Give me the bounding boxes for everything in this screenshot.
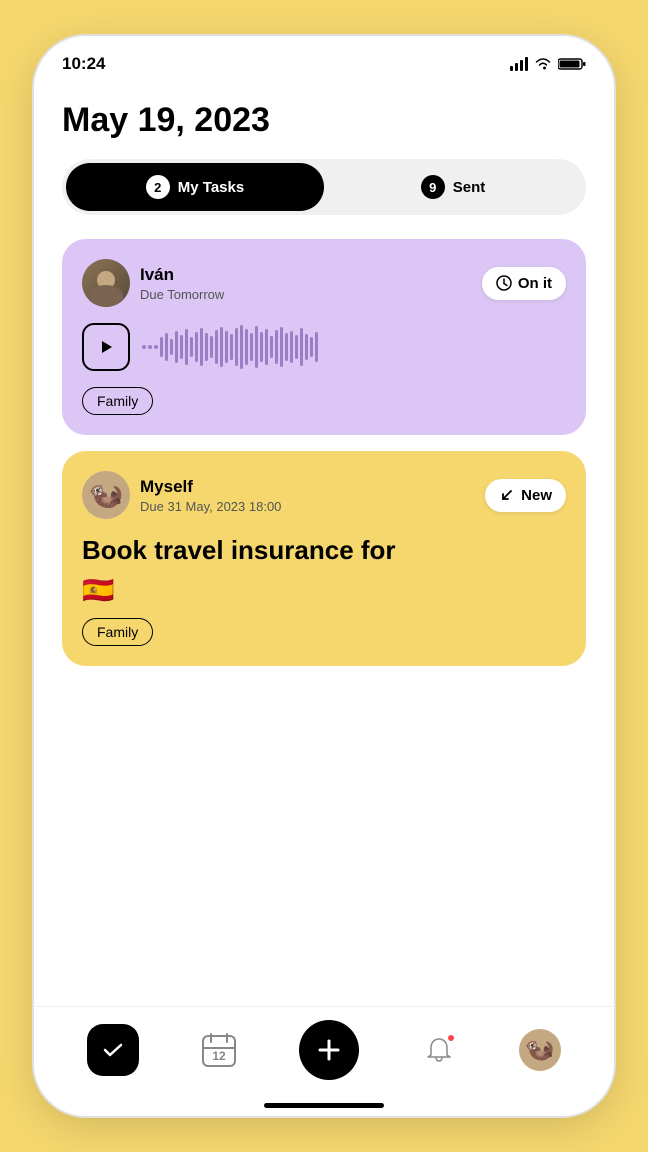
nav-calendar-item[interactable]: 12 <box>198 1029 240 1071</box>
waveform-bar <box>315 332 318 362</box>
waveform-dot <box>154 345 158 349</box>
phone-frame: 10:24 <box>0 0 648 1152</box>
user-info-1: Iván Due Tomorrow <box>140 265 224 302</box>
nav-add-item[interactable] <box>299 1020 359 1080</box>
bottom-nav: 12 <box>34 1006 614 1116</box>
status-btn-on-it[interactable]: On it <box>482 267 566 300</box>
status-on-it-label: On it <box>518 275 552 292</box>
waveform-bar <box>165 333 168 361</box>
waveform-bar <box>250 333 253 361</box>
waveform-bar <box>215 330 218 364</box>
nav-bell-bg <box>418 1029 460 1071</box>
tab-sent[interactable]: 9 Sent <box>324 163 582 211</box>
phone-body: 10:24 <box>34 36 614 1116</box>
my-tasks-badge: 2 <box>146 175 170 199</box>
task-text: Book travel insurance for <box>82 535 566 566</box>
clock-icon <box>496 275 512 291</box>
waveform-bar <box>195 332 198 362</box>
status-icons <box>510 57 586 71</box>
home-indicator <box>264 1103 384 1108</box>
wifi-icon <box>534 57 552 71</box>
nav-avatar-bg: 🦦 <box>519 1029 561 1071</box>
status-time: 10:24 <box>62 54 105 74</box>
waveform-container <box>82 323 566 371</box>
nav-avatar-emoji: 🦦 <box>525 1035 555 1064</box>
waveform-bar <box>255 326 258 368</box>
task-card-purple[interactable]: Iván Due Tomorrow On it <box>62 239 586 435</box>
waveform-bar <box>160 337 163 357</box>
checkmark-icon <box>101 1038 125 1062</box>
task-user-2: 🦦 Myself Due 31 May, 2023 18:00 <box>82 471 281 519</box>
nav-bell-item[interactable] <box>418 1029 460 1071</box>
waveform-bar <box>220 327 223 367</box>
waveform-bar <box>235 328 238 366</box>
status-new-label: New <box>521 487 552 504</box>
waveform-bar <box>185 329 188 365</box>
waveform-bar <box>225 331 228 363</box>
play-icon <box>97 338 115 356</box>
user-name-1: Iván <box>140 265 224 285</box>
avatar-emoji: 🦦 <box>89 481 124 509</box>
nav-check-bg <box>87 1024 139 1076</box>
waveform-bar <box>210 336 213 358</box>
svg-text:12: 12 <box>213 1049 227 1063</box>
waveform-bar <box>230 334 233 360</box>
play-button[interactable] <box>82 323 130 371</box>
nav-avatar-item[interactable]: 🦦 <box>519 1029 561 1071</box>
waveform-bar <box>310 337 313 357</box>
waveform-bar <box>300 328 303 366</box>
waveform-bar <box>190 337 193 357</box>
waveform-bar <box>205 333 208 361</box>
waveform-bar <box>265 329 268 365</box>
signal-icon <box>510 57 528 71</box>
task-header-2: 🦦 Myself Due 31 May, 2023 18:00 New <box>82 471 566 519</box>
sent-label: Sent <box>453 179 486 196</box>
battery-icon <box>558 57 586 71</box>
task-emoji: 🇪🇸 <box>82 575 566 606</box>
nav-calendar-bg: 12 <box>198 1029 240 1071</box>
waveform-dot <box>142 345 146 349</box>
main-content: May 19, 2023 2 My Tasks 9 Sent <box>34 86 614 666</box>
plus-icon <box>315 1036 343 1064</box>
user-due-2: Due 31 May, 2023 18:00 <box>140 499 281 514</box>
bell-notification-dot <box>446 1033 456 1043</box>
status-btn-new[interactable]: New <box>485 479 566 512</box>
date-title: May 19, 2023 <box>62 102 586 139</box>
my-tasks-label: My Tasks <box>178 179 244 196</box>
waveform-bar <box>290 331 293 363</box>
waveform-bar <box>175 331 178 363</box>
status-bar: 10:24 <box>34 36 614 86</box>
waveform-bar <box>295 335 298 359</box>
nav-check-item[interactable] <box>87 1024 139 1076</box>
user-due-1: Due Tomorrow <box>140 287 224 302</box>
waveform-bar <box>240 325 243 369</box>
tab-my-tasks[interactable]: 2 My Tasks <box>66 163 324 211</box>
waveform-bar <box>280 327 283 367</box>
waveform-bar <box>170 339 173 355</box>
waveform-bar <box>245 329 248 365</box>
waveform-dot <box>148 345 152 349</box>
user-info-2: Myself Due 31 May, 2023 18:00 <box>140 477 281 514</box>
waveform-bar <box>305 334 308 360</box>
tag-family-2[interactable]: Family <box>82 618 153 646</box>
task-header-1: Iván Due Tomorrow On it <box>82 259 566 307</box>
tag-family-1[interactable]: Family <box>82 387 153 415</box>
avatar-myself: 🦦 <box>82 471 130 519</box>
arrow-down-left-icon <box>499 487 515 503</box>
avatar-ivan <box>82 259 130 307</box>
tab-switcher: 2 My Tasks 9 Sent <box>62 159 586 215</box>
waveform <box>142 323 566 371</box>
task-card-yellow[interactable]: 🦦 Myself Due 31 May, 2023 18:00 New <box>62 451 586 665</box>
sent-badge: 9 <box>421 175 445 199</box>
waveform-bar <box>200 328 203 366</box>
nav-add-btn[interactable] <box>299 1020 359 1080</box>
waveform-bar <box>260 332 263 362</box>
user-name-2: Myself <box>140 477 281 497</box>
waveform-bar <box>270 336 273 358</box>
waveform-bar <box>285 333 288 361</box>
calendar-icon: 12 <box>199 1030 239 1070</box>
waveform-bar <box>275 330 278 364</box>
waveform-bar <box>180 335 183 359</box>
task-user-1: Iván Due Tomorrow <box>82 259 224 307</box>
